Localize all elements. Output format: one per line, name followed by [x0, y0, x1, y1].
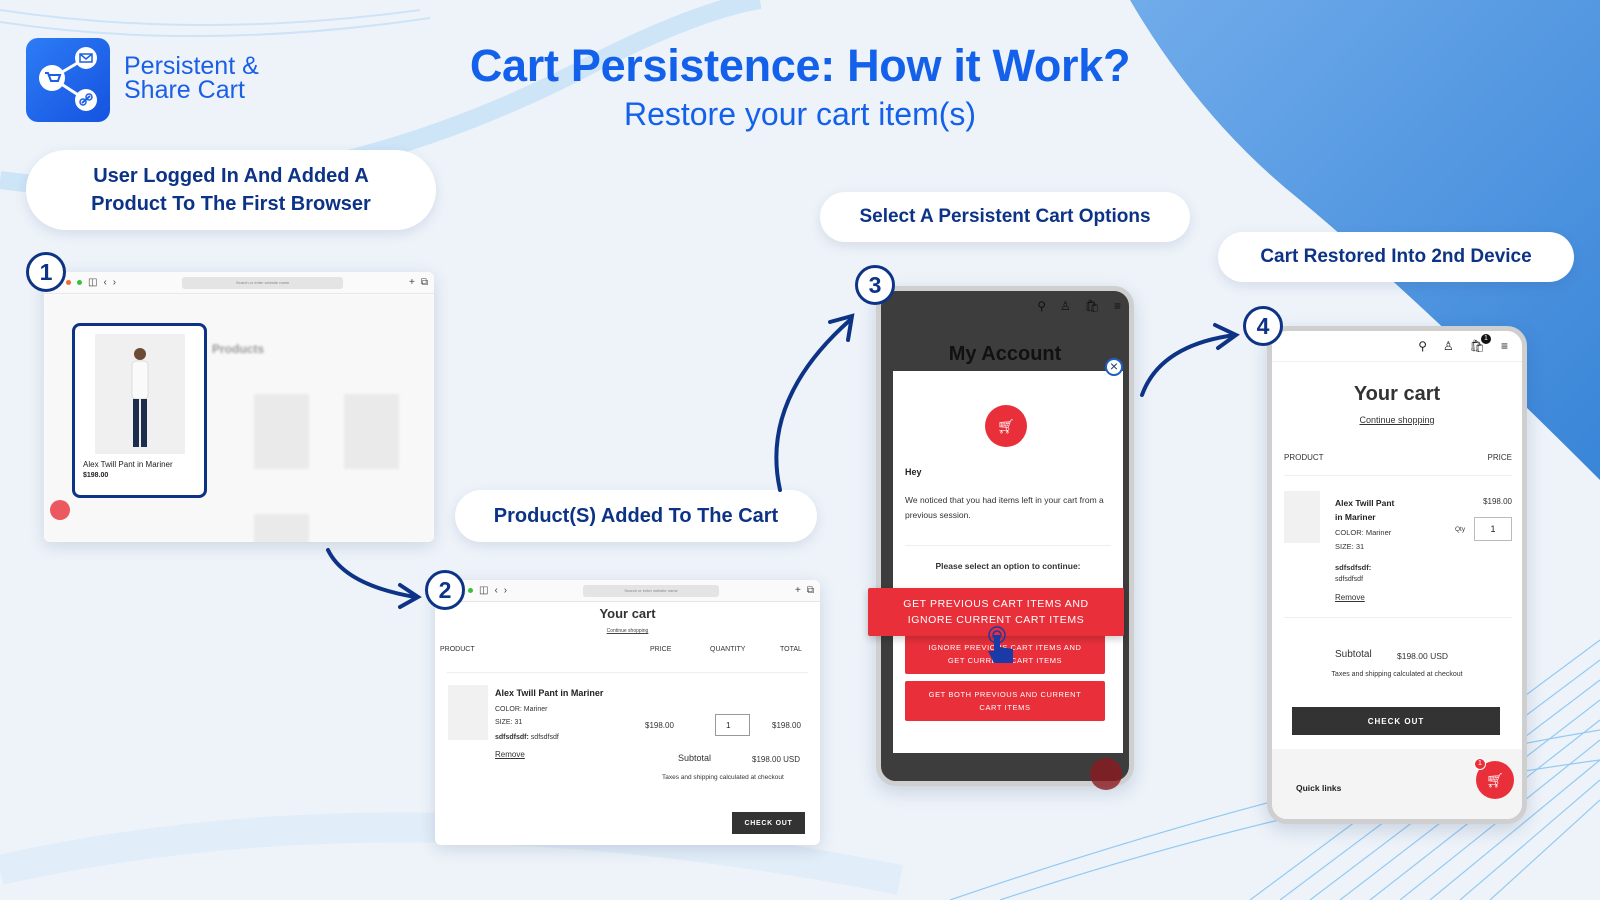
step-badge-1: 1: [26, 252, 66, 292]
product-price: $198.00: [83, 472, 109, 479]
step-badge-3: 3: [855, 265, 895, 305]
product-name: Alex Twill Pant in Mariner: [83, 460, 173, 469]
modal-close-button[interactable]: ×: [1105, 358, 1123, 376]
tap-cursor-icon: [988, 626, 1013, 663]
flow-arrows: [326, 313, 1240, 609]
step-badge-2: 2: [425, 570, 465, 610]
floating-cart-button[interactable]: [50, 500, 70, 520]
floating-cart-button[interactable]: [1090, 758, 1122, 790]
featured-product-card[interactable]: Alex Twill Pant in Mariner $198.00: [72, 323, 207, 498]
pointer-hand-icon: [985, 625, 1017, 672]
arrow-1-to-2: [326, 548, 417, 599]
model-figure-icon: [131, 348, 148, 447]
arrow-2-to-3: [774, 318, 852, 492]
product-image: [94, 334, 185, 454]
step-badge-4: 4: [1243, 306, 1283, 346]
